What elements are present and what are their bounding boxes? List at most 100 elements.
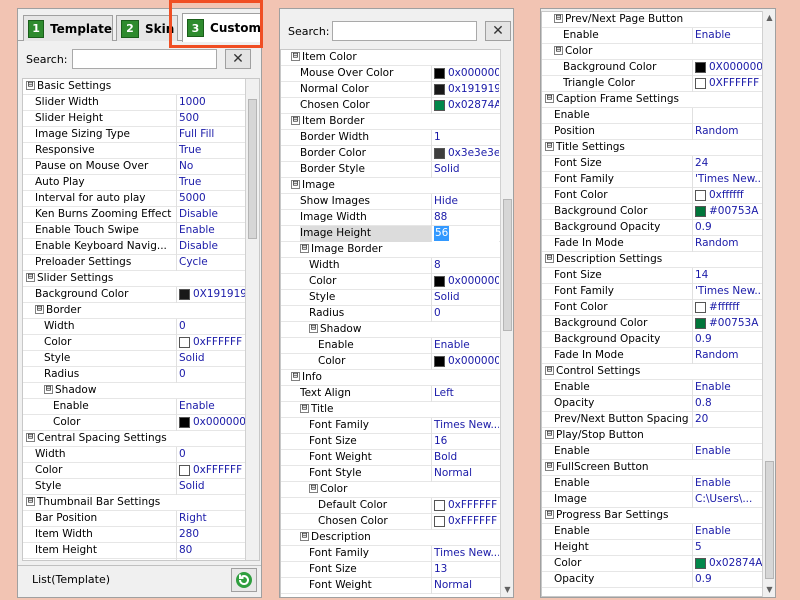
property-value[interactable]: 0xFFFFFF xyxy=(431,513,499,530)
property-row[interactable]: Background Color #00753A xyxy=(542,315,775,332)
category-row[interactable]: ⊟ Thumbnail Bar Settings xyxy=(23,495,259,511)
property-row[interactable]: Border Color 0x3e3e3e xyxy=(281,145,513,162)
property-row[interactable]: Color 0x000000 xyxy=(281,273,513,290)
property-row[interactable]: Background Color 0X191919 xyxy=(23,286,259,303)
category-row[interactable]: ⊟ Image xyxy=(281,178,513,194)
property-row[interactable]: Enable Enable xyxy=(542,27,775,44)
property-value[interactable]: 0XFFFFFF xyxy=(692,75,762,92)
color-swatch[interactable] xyxy=(695,62,706,73)
property-row[interactable]: Color 0xFFFFFF xyxy=(23,462,259,479)
property-value[interactable]: Normal xyxy=(431,577,499,594)
property-row[interactable]: Responsive True xyxy=(23,142,259,159)
scrollbar-thumb[interactable] xyxy=(248,99,257,239)
property-row[interactable]: Image Sizing Type Full Fill xyxy=(23,126,259,143)
color-swatch[interactable] xyxy=(179,337,190,348)
property-value[interactable]: Solid xyxy=(176,350,246,367)
property-row[interactable]: Font Family Times New... xyxy=(281,417,513,434)
property-value[interactable]: Disable xyxy=(176,206,246,223)
property-value[interactable]: Random xyxy=(692,123,762,140)
property-row[interactable]: Fade In Mode Random xyxy=(542,347,775,364)
property-value[interactable]: Enable xyxy=(692,379,762,396)
property-row[interactable]: Prev/Next Button Spacing 20 xyxy=(542,411,775,428)
category-row[interactable]: ⊟ Central Spacing Settings xyxy=(23,431,259,447)
color-swatch[interactable] xyxy=(434,84,445,95)
property-row[interactable]: Font Weight Normal xyxy=(281,577,513,594)
property-value[interactable] xyxy=(692,107,762,124)
property-row[interactable]: Enable Enable xyxy=(281,337,513,354)
property-row[interactable]: Font Size 24 xyxy=(542,155,775,172)
property-value[interactable]: 20 xyxy=(692,411,762,428)
property-value[interactable]: 14 xyxy=(692,267,762,284)
property-row[interactable]: Enable Touch Swipe Enable xyxy=(23,222,259,239)
property-value[interactable]: Random xyxy=(692,347,762,364)
category-row[interactable]: ⊟ Shadow xyxy=(23,383,259,399)
property-row[interactable]: Preloader Settings Cycle xyxy=(23,254,259,271)
color-swatch[interactable] xyxy=(434,148,445,159)
collapse-toggle-icon[interactable]: ⊟ xyxy=(44,385,53,394)
property-value[interactable]: 0x02874A xyxy=(692,555,762,572)
property-row[interactable]: Background Opacity 0.9 xyxy=(542,219,775,236)
property-value[interactable]: 0 xyxy=(176,446,246,463)
category-row[interactable]: ⊟ Caption Frame Settings xyxy=(542,92,775,108)
property-row[interactable]: Item Width 280 xyxy=(23,526,259,543)
property-row[interactable]: Border Style Solid xyxy=(281,161,513,178)
property-value[interactable]: Enable xyxy=(692,475,762,492)
collapse-toggle-icon[interactable]: ⊟ xyxy=(291,372,300,381)
property-value[interactable]: Enable xyxy=(176,222,246,239)
property-value[interactable]: 0x000000 xyxy=(176,414,246,431)
color-swatch[interactable] xyxy=(179,417,190,428)
collapse-toggle-icon[interactable]: ⊟ xyxy=(291,52,300,61)
property-row[interactable]: Enable Enable xyxy=(542,379,775,396)
property-value[interactable]: True xyxy=(176,142,246,159)
category-row[interactable]: ⊟ Item Color xyxy=(281,50,513,66)
property-value[interactable]: Cycle xyxy=(176,254,246,271)
color-swatch[interactable] xyxy=(434,516,445,527)
property-row[interactable]: Enable Enable xyxy=(542,475,775,492)
property-value[interactable]: 5000 xyxy=(176,190,246,207)
property-value[interactable]: Enable xyxy=(431,337,499,354)
property-value[interactable]: 0x000000 xyxy=(431,65,499,82)
vertical-scrollbar[interactable] xyxy=(245,79,259,560)
property-value[interactable]: 0x000000 xyxy=(431,353,499,370)
category-row[interactable]: ⊟ Progress Bar Settings xyxy=(542,508,775,524)
property-value[interactable]: Disable xyxy=(176,238,246,255)
property-row[interactable]: Font Color 0xffffff xyxy=(542,187,775,204)
property-value[interactable]: Enable xyxy=(176,398,246,415)
property-value[interactable]: 0.9 xyxy=(692,219,762,236)
property-value[interactable]: 0x000000 xyxy=(431,273,499,290)
vertical-scrollbar[interactable]: ▼ xyxy=(500,49,513,597)
property-row[interactable]: Image C:\Users\... xyxy=(542,491,775,508)
property-value[interactable]: Left xyxy=(431,385,499,402)
color-swatch[interactable] xyxy=(695,78,706,89)
property-value[interactable]: Solid xyxy=(431,161,499,178)
property-row[interactable]: Font Family 'Times New... xyxy=(542,171,775,188)
property-value[interactable]: Enable xyxy=(692,523,762,540)
property-row[interactable]: Image Width 88 xyxy=(281,209,513,226)
property-value[interactable]: 56 xyxy=(431,225,499,242)
scrollbar-thumb[interactable] xyxy=(765,461,774,579)
property-value[interactable]: 0xFFFFFF xyxy=(176,462,246,479)
color-swatch[interactable] xyxy=(434,356,445,367)
category-row[interactable]: ⊟ Basic Settings xyxy=(23,79,259,95)
property-row[interactable]: Slider Height 500 xyxy=(23,110,259,127)
property-row[interactable]: Width 0 xyxy=(23,318,259,335)
property-row[interactable]: Image Height 56 xyxy=(281,225,513,242)
collapse-toggle-icon[interactable]: ⊟ xyxy=(545,254,554,263)
collapse-toggle-icon[interactable]: ⊟ xyxy=(26,497,35,506)
property-value[interactable] xyxy=(176,558,246,560)
property-row[interactable]: Enable Enable xyxy=(542,443,775,460)
collapse-toggle-icon[interactable]: ⊟ xyxy=(291,116,300,125)
color-swatch[interactable] xyxy=(695,558,706,569)
category-row[interactable]: ⊟ Control Settings xyxy=(542,364,775,380)
property-value[interactable]: 'Times New... xyxy=(692,171,762,188)
property-value[interactable]: Enable xyxy=(692,27,762,44)
property-row[interactable]: Color 0x000000 xyxy=(23,414,259,431)
property-value[interactable]: 0.9 xyxy=(692,571,762,588)
category-row[interactable]: ⊟ Color xyxy=(542,44,775,60)
property-row[interactable]: Enable Enable xyxy=(23,398,259,415)
property-value[interactable]: 80 xyxy=(176,542,246,559)
collapse-toggle-icon[interactable]: ⊟ xyxy=(309,484,318,493)
property-value[interactable]: 0.8 xyxy=(692,395,762,412)
category-row[interactable]: ⊟ FullScreen Button xyxy=(542,460,775,476)
property-value[interactable]: 0X191919 xyxy=(176,286,246,303)
